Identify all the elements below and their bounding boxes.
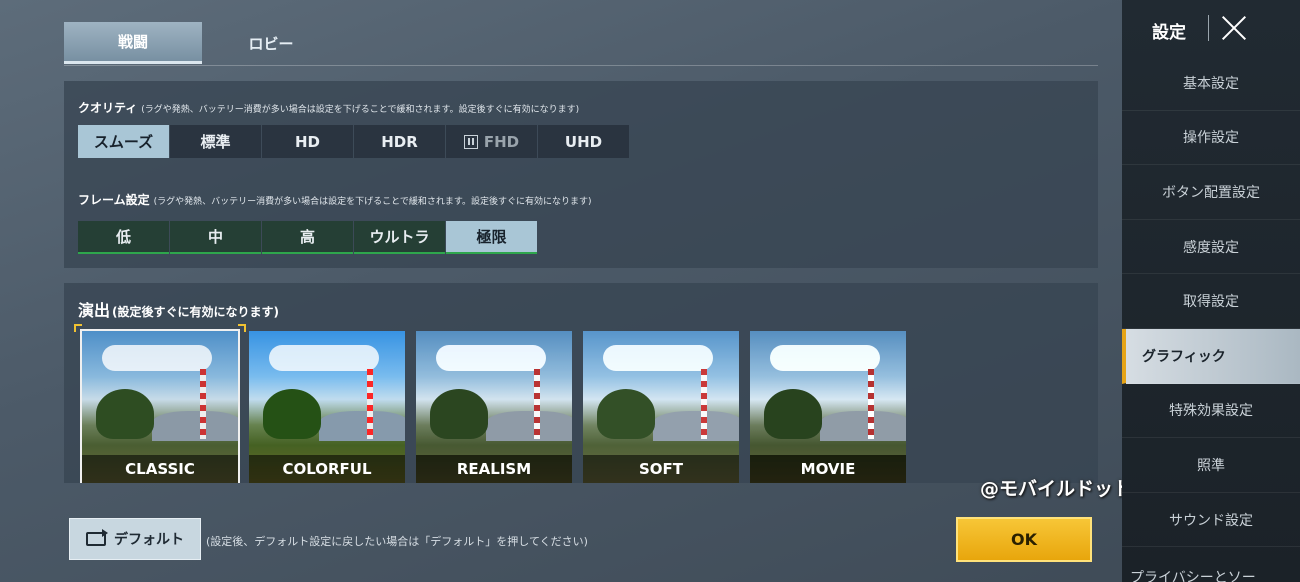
settings-sidebar: 設定 基本設定 操作設定 ボタン配置設定 感度設定 取得設定 グラフィック 特殊… [1122, 0, 1300, 582]
card-cloud [603, 345, 713, 371]
frame-option-ultra[interactable]: ウルトラ [354, 221, 445, 254]
sidebar-item-effects[interactable]: 特殊効果設定 [1122, 384, 1300, 439]
card-tower [367, 369, 373, 439]
quality-option-hdr[interactable]: HDR [354, 125, 445, 158]
sidebar-item-basic[interactable]: 基本設定 [1122, 56, 1300, 111]
style-card-movie[interactable]: MOVIE [750, 331, 906, 483]
card-cloud [770, 345, 880, 371]
quality-note: (ラグや発熱、バッテリー消費が多い場合は設定を下げることで緩和されます。設定後す… [141, 105, 580, 115]
quality-option-uhd[interactable]: UHD [538, 125, 629, 158]
quality-option-fhd-label: FHD [483, 132, 520, 151]
style-card-caption: MOVIE [750, 455, 906, 483]
card-tree [263, 389, 321, 439]
frame-section-label: フレーム設定 (ラグや発熱、バッテリー消費が多い場合は設定を下げることで緩和されま… [78, 191, 592, 208]
sidebar-title: 設定 [1152, 23, 1186, 43]
card-tower [868, 369, 874, 439]
selection-corner-icon [238, 324, 246, 332]
reset-arrow-icon [86, 529, 108, 546]
card-tree [764, 389, 822, 439]
selection-corner-icon [74, 324, 82, 332]
settings-tabs: 戦闘 ロビー [64, 22, 1098, 66]
quality-option-standard[interactable]: 標準 [170, 125, 261, 158]
sidebar-item-controls[interactable]: 操作設定 [1122, 111, 1300, 166]
tab-battle[interactable]: 戦闘 [64, 22, 202, 64]
style-note: (設定後すぐに有効になります) [112, 305, 279, 319]
default-button[interactable]: デフォルト [69, 518, 201, 560]
sidebar-item-pickup[interactable]: 取得設定 [1122, 274, 1300, 329]
card-tree [96, 389, 154, 439]
sidebar-item-privacy[interactable]: プライバシーとソー [1122, 547, 1300, 582]
card-hills [486, 411, 572, 441]
sidebar-item-graphics[interactable]: グラフィック [1122, 328, 1300, 384]
frame-option-extreme[interactable]: 極限 [446, 221, 537, 254]
card-cloud [269, 345, 379, 371]
quality-section-label: クオリティ (ラグや発熱、バッテリー消費が多い場合は設定を下げることで緩和されます… [78, 99, 579, 116]
frame-note: (ラグや発熱、バッテリー消費が多い場合は設定を下げることで緩和されます。設定後す… [153, 197, 592, 207]
locked-pause-icon [463, 134, 478, 149]
card-cloud [436, 345, 546, 371]
card-tower [200, 369, 206, 439]
card-hills [319, 411, 405, 441]
card-hills [820, 411, 906, 441]
card-tower [701, 369, 707, 439]
style-card-realism[interactable]: REALISM [416, 331, 572, 483]
card-tree [597, 389, 655, 439]
frame-option-low[interactable]: 低 [78, 221, 169, 254]
style-card-classic[interactable]: CLASSIC [80, 329, 240, 483]
style-panel: 演出 (設定後すぐに有効になります) CLASSIC COLORFUL REALI… [64, 283, 1098, 483]
style-card-colorful[interactable]: COLORFUL [249, 331, 405, 483]
quality-option-smooth[interactable]: スムーズ [78, 125, 169, 158]
style-label: 演出 [78, 301, 111, 320]
frame-selector: 低 中 高 ウルトラ 極限 [78, 221, 538, 254]
quality-option-fhd[interactable]: FHD [446, 125, 537, 158]
quality-frame-panel: クオリティ (ラグや発熱、バッテリー消費が多い場合は設定を下げることで緩和されます… [64, 81, 1098, 268]
header-divider [1208, 15, 1209, 41]
quality-selector: スムーズ 標準 HD HDR FHD UHD [78, 125, 630, 158]
default-button-label: デフォルト [114, 532, 184, 548]
quality-option-hd[interactable]: HD [262, 125, 353, 158]
quality-label: クオリティ [78, 101, 138, 115]
sidebar-item-sound[interactable]: サウンド設定 [1122, 493, 1300, 548]
sidebar-menu: 基本設定 操作設定 ボタン配置設定 感度設定 取得設定 グラフィック 特殊効果設… [1122, 56, 1300, 582]
frame-option-high[interactable]: 高 [262, 221, 353, 254]
card-tower [534, 369, 540, 439]
style-card-caption: SOFT [583, 455, 739, 483]
style-card-caption: CLASSIC [82, 455, 238, 483]
style-section-label: 演出 (設定後すぐに有効になります) [78, 297, 279, 321]
ok-button[interactable]: OK [956, 517, 1092, 562]
sidebar-item-button-layout[interactable]: ボタン配置設定 [1122, 165, 1300, 220]
tab-lobby[interactable]: ロビー [202, 22, 340, 64]
default-note: (設定後、デフォルト設定に戻したい場合は「デフォルト」を押してください) [206, 535, 588, 548]
style-cards: CLASSIC COLORFUL REALISM SOFT MOVIE [80, 329, 917, 483]
close-icon[interactable] [1220, 14, 1248, 42]
style-card-soft[interactable]: SOFT [583, 331, 739, 483]
card-cloud [102, 345, 212, 371]
sidebar-item-sensitivity[interactable]: 感度設定 [1122, 220, 1300, 275]
card-tree [430, 389, 488, 439]
frame-label: フレーム設定 [78, 193, 150, 207]
style-card-caption: REALISM [416, 455, 572, 483]
frame-option-medium[interactable]: 中 [170, 221, 261, 254]
card-hills [653, 411, 739, 441]
sidebar-header: 設定 [1122, 0, 1300, 56]
card-hills [152, 411, 238, 441]
sidebar-item-aim[interactable]: 照準 [1122, 438, 1300, 493]
style-card-caption: COLORFUL [249, 455, 405, 483]
